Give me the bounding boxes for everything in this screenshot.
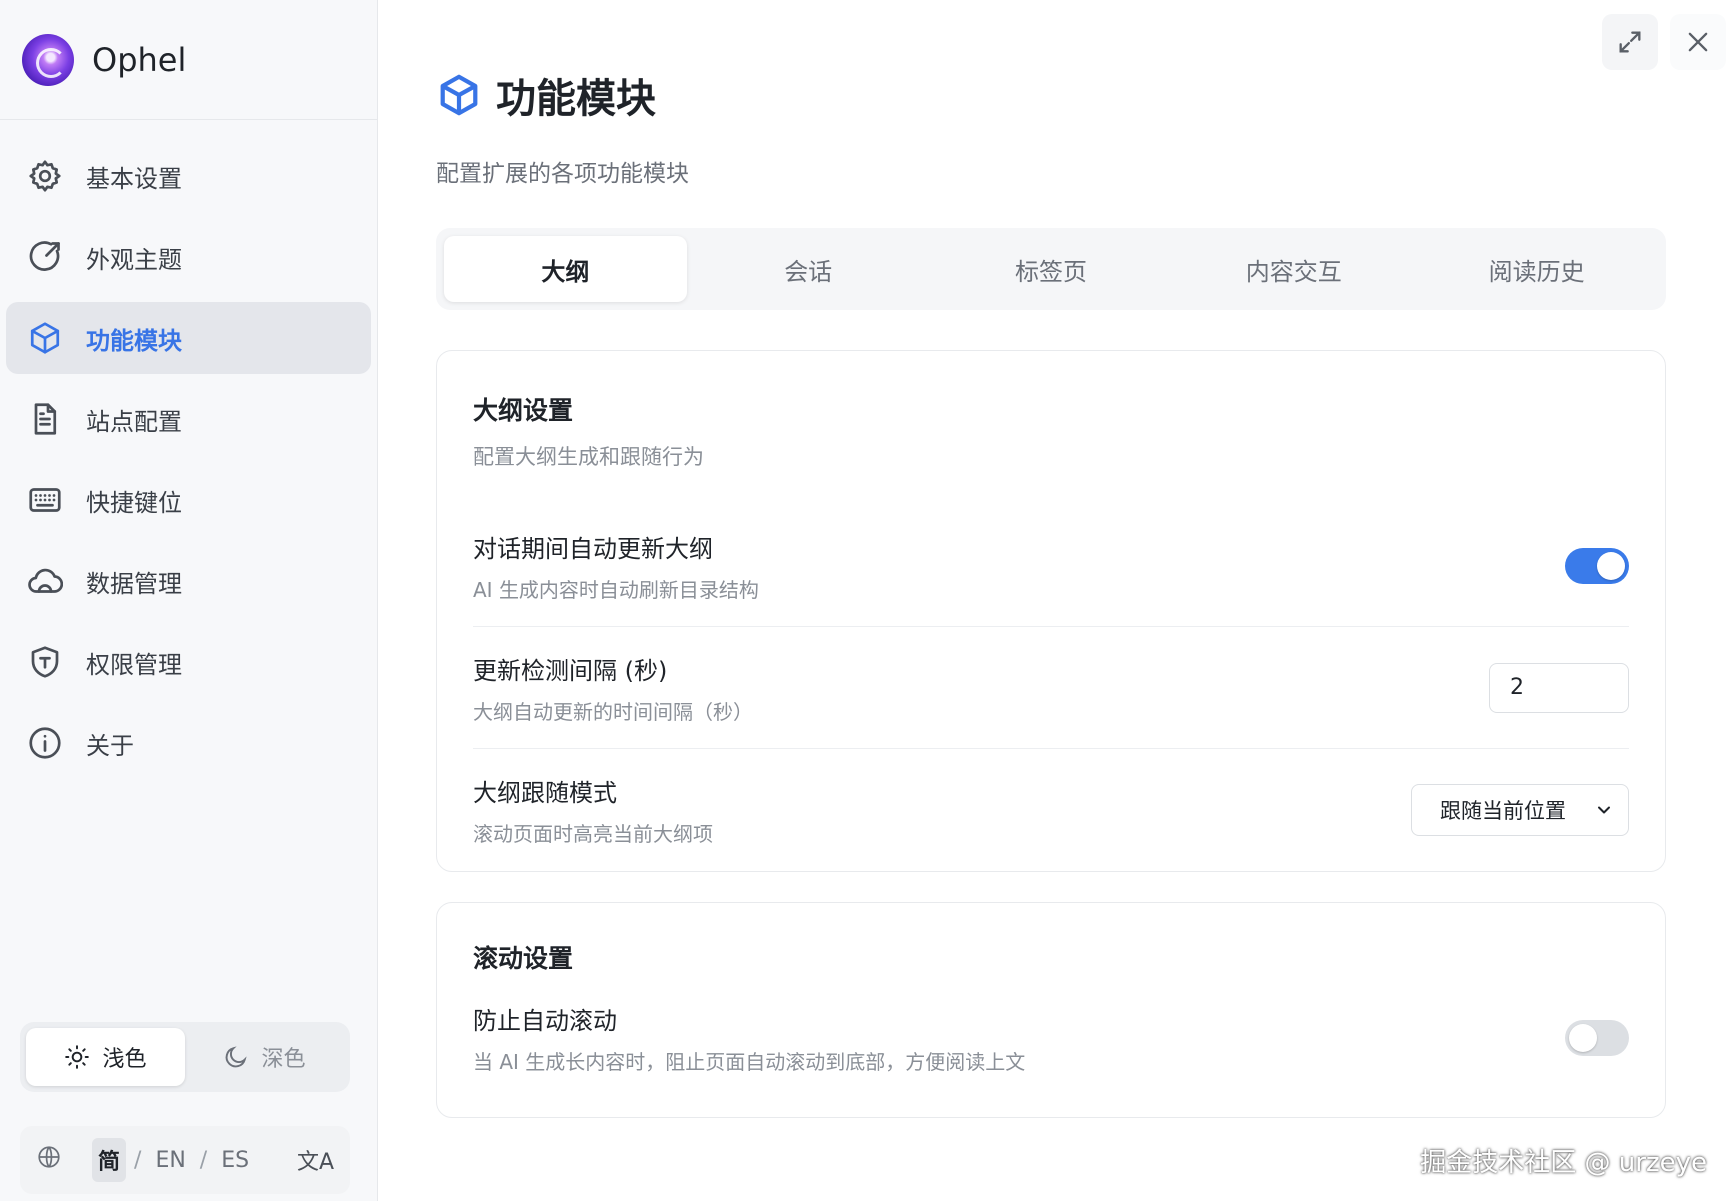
setting-row-prevent-auto-scroll: 防止自动滚动 当 AI 生成长内容时，阻止页面自动滚动到底部，方便阅读上文 bbox=[473, 983, 1629, 1093]
outline-settings-card: 大纲设置 配置大纲生成和跟随行为 对话期间自动更新大纲 AI 生成内容时自动刷新… bbox=[436, 350, 1666, 872]
card-title: 大纲设置 bbox=[473, 396, 574, 425]
sidebar-item-data-management[interactable]: 数据管理 bbox=[6, 545, 371, 617]
gear-icon bbox=[26, 157, 64, 195]
setting-desc: 当 AI 生成长内容时，阻止页面自动滚动到底部，方便阅读上文 bbox=[473, 1050, 1026, 1074]
info-icon bbox=[26, 724, 64, 762]
setting-text: 更新检测间隔 (秒) 大纲自动更新的时间间隔（秒） bbox=[473, 651, 753, 725]
language-option-es[interactable]: ES bbox=[215, 1142, 255, 1179]
theme-light-button[interactable]: 浅色 bbox=[26, 1028, 185, 1086]
theme-dark-button[interactable]: 深色 bbox=[185, 1028, 344, 1086]
language-separator: / bbox=[199, 1147, 208, 1173]
setting-text: 大纲跟随模式 滚动页面时高亮当前大纲项 bbox=[473, 773, 713, 847]
module-tabs: 大纲 会话 标签页 内容交互 阅读历史 bbox=[436, 228, 1666, 310]
brand-name: Ophel bbox=[92, 40, 187, 79]
sidebar-item-site-config[interactable]: 站点配置 bbox=[6, 383, 371, 455]
follow-mode-selected: 跟随当前位置 bbox=[1440, 799, 1566, 823]
sidebar-item-label: 基本设置 bbox=[86, 164, 182, 193]
keyboard-icon bbox=[26, 481, 64, 519]
brand: Ophel bbox=[0, 0, 377, 120]
chevron-down-icon bbox=[1598, 806, 1610, 814]
moon-icon bbox=[226, 1046, 248, 1068]
theme-dark-label: 深色 bbox=[261, 1047, 306, 1072]
sidebar: Ophel 基本设置 外观主题 功能模块 站点配置 快捷键位 数据管理 权限管理… bbox=[0, 0, 378, 1201]
close-button[interactable] bbox=[1670, 14, 1726, 70]
close-icon bbox=[1688, 32, 1708, 52]
language-bar: 简 / EN / ES 文A bbox=[20, 1126, 350, 1194]
sidebar-item-label: 数据管理 bbox=[86, 569, 182, 598]
tab-conversation[interactable]: 会话 bbox=[687, 236, 930, 302]
follow-mode-select[interactable]: 跟随当前位置 bbox=[1411, 784, 1629, 836]
prevent-auto-scroll-toggle[interactable] bbox=[1565, 1020, 1629, 1056]
setting-title: 对话期间自动更新大纲 bbox=[473, 534, 713, 563]
sidebar-item-about[interactable]: 关于 bbox=[6, 707, 371, 779]
setting-row-update-interval: 更新检测间隔 (秒) 大纲自动更新的时间间隔（秒） bbox=[473, 627, 1629, 749]
sidebar-item-basic-settings[interactable]: 基本设置 bbox=[6, 140, 371, 212]
settings-list: 对话期间自动更新大纲 AI 生成内容时自动刷新目录结构 更新检测间隔 (秒) 大… bbox=[473, 505, 1629, 871]
sidebar-item-label: 关于 bbox=[86, 731, 134, 760]
palette-icon bbox=[26, 238, 64, 276]
language-options: 简 / EN / ES bbox=[92, 1138, 255, 1182]
tab-content-interaction[interactable]: 内容交互 bbox=[1172, 236, 1415, 302]
page-subtitle: 配置扩展的各项功能模块 bbox=[436, 161, 689, 187]
sidebar-nav: 基本设置 外观主题 功能模块 站点配置 快捷键位 数据管理 权限管理 关于 bbox=[0, 120, 377, 779]
update-interval-input[interactable] bbox=[1489, 662, 1629, 713]
sidebar-item-label: 外观主题 bbox=[86, 245, 182, 274]
sidebar-item-label: 功能模块 bbox=[86, 326, 182, 355]
expand-icon bbox=[1619, 31, 1641, 53]
shield-icon bbox=[26, 643, 64, 681]
setting-text: 防止自动滚动 当 AI 生成长内容时，阻止页面自动滚动到底部，方便阅读上文 bbox=[473, 1001, 1025, 1075]
setting-title: 大纲跟随模式 bbox=[473, 779, 617, 807]
card-title: 滚动设置 bbox=[473, 944, 574, 973]
setting-desc: 大纲自动更新的时间间隔（秒） bbox=[473, 699, 753, 724]
setting-row-follow-mode: 大纲跟随模式 滚动页面时高亮当前大纲项 跟随当前位置 bbox=[473, 749, 1629, 871]
sidebar-item-label: 站点配置 bbox=[86, 407, 182, 436]
sidebar-item-permissions[interactable]: 权限管理 bbox=[6, 626, 371, 698]
sidebar-item-feature-modules[interactable]: 功能模块 bbox=[6, 302, 371, 374]
cube-icon bbox=[26, 319, 64, 357]
translate-icon[interactable]: 文A bbox=[297, 1144, 334, 1176]
tab-outline[interactable]: 大纲 bbox=[444, 236, 687, 302]
theme-switch: 浅色 深色 bbox=[20, 1022, 350, 1092]
maximize-button[interactable] bbox=[1602, 14, 1658, 70]
sidebar-item-label: 快捷键位 bbox=[86, 488, 182, 517]
sidebar-item-appearance[interactable]: 外观主题 bbox=[6, 221, 371, 293]
card-desc: 配置大纲生成和跟随行为 bbox=[473, 445, 704, 469]
setting-desc: AI 生成内容时自动刷新目录结构 bbox=[473, 577, 759, 602]
language-option-zh[interactable]: 简 bbox=[92, 1138, 127, 1182]
tab-tabs[interactable]: 标签页 bbox=[930, 236, 1173, 302]
setting-title: 防止自动滚动 bbox=[473, 1007, 617, 1035]
cube-icon bbox=[440, 74, 478, 116]
setting-title: 更新检测间隔 (秒) bbox=[473, 656, 668, 685]
sun-icon bbox=[65, 1045, 90, 1069]
setting-row-auto-update-outline: 对话期间自动更新大纲 AI 生成内容时自动刷新目录结构 bbox=[473, 505, 1629, 627]
ophel-logo-icon bbox=[22, 33, 74, 86]
scroll-settings-card: 滚动设置 防止自动滚动 当 AI 生成长内容时，阻止页面自动滚动到底部，方便阅读… bbox=[436, 902, 1666, 1118]
page-title: 功能模块 bbox=[496, 76, 656, 122]
sidebar-item-label: 权限管理 bbox=[86, 650, 182, 679]
cloud-icon bbox=[26, 562, 64, 600]
setting-desc: 滚动页面时高亮当前大纲项 bbox=[473, 822, 713, 846]
theme-light-label: 浅色 bbox=[102, 1047, 147, 1072]
auto-update-outline-toggle[interactable] bbox=[1565, 547, 1629, 584]
globe-icon bbox=[36, 1144, 62, 1176]
settings-list: 防止自动滚动 当 AI 生成长内容时，阻止页面自动滚动到底部，方便阅读上文 bbox=[473, 983, 1629, 1093]
document-icon bbox=[26, 400, 64, 438]
language-option-en[interactable]: EN bbox=[149, 1142, 191, 1179]
language-separator: / bbox=[134, 1147, 142, 1173]
sidebar-item-shortcuts[interactable]: 快捷键位 bbox=[6, 464, 371, 536]
main-content: 功能模块 配置扩展的各项功能模块 大纲 会话 标签页 内容交互 阅读历史 大纲设… bbox=[378, 0, 1729, 1201]
tab-reading-history[interactable]: 阅读历史 bbox=[1415, 236, 1658, 302]
setting-text: 对话期间自动更新大纲 AI 生成内容时自动刷新目录结构 bbox=[473, 529, 759, 603]
page-header: 功能模块 bbox=[436, 66, 656, 124]
watermark: 掘金技术社区 @ urzeye bbox=[1420, 1148, 1707, 1178]
